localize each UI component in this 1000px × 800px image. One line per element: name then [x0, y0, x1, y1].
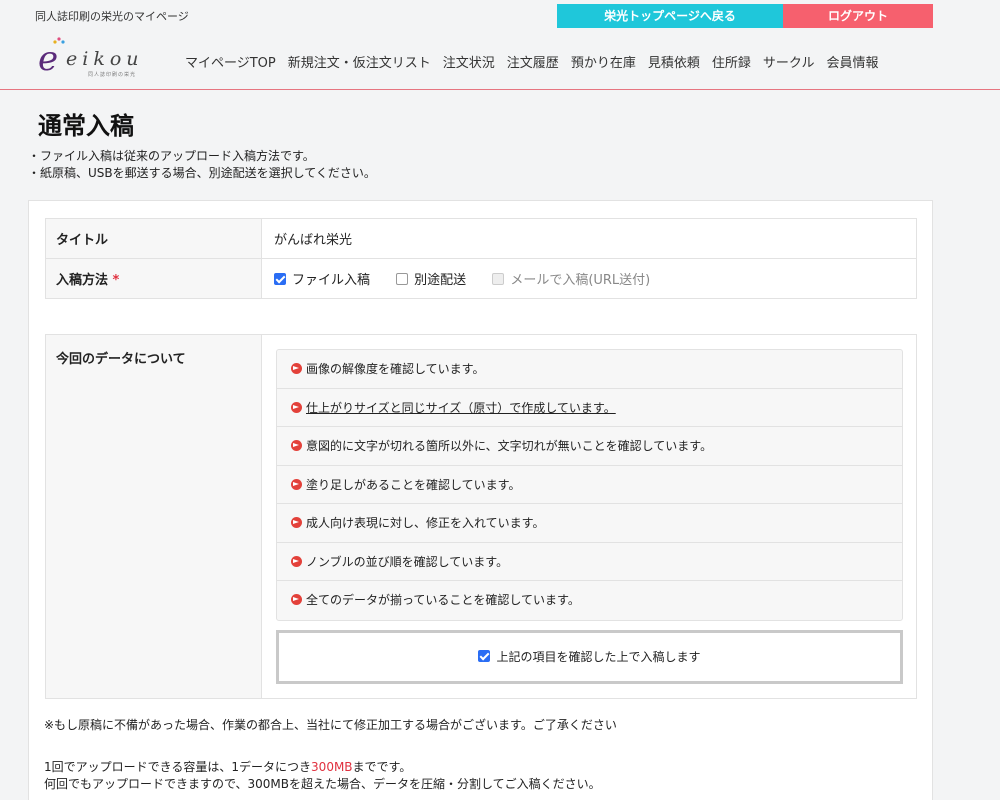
method-email-upload: メールで入稿(URL送付) — [492, 273, 650, 288]
method-options: ファイル入稿 別途配送 メールで入稿(URL送付) — [261, 258, 917, 299]
confirm-checkbox[interactable]: 上記の項目を確認した上で入稿します — [276, 630, 903, 684]
nav-new-order[interactable]: 新規注文・仮注文リスト — [288, 52, 431, 71]
upload-limit-info: 1回でアップロードできる容量は、1データにつき300MBまでです。 何回でもアッ… — [44, 759, 601, 793]
list-item: ノンブルの並び順を確認しています。 — [277, 543, 902, 581]
upload-form-panel: タイトル がんばれ栄光 入稿方法 * ファイル入稿 別途配送 メールで入稿(UR… — [28, 200, 933, 800]
list-item: 意図的に文字が切れる箇所以外に、文字切れが無いことを確認しています。 — [277, 427, 902, 466]
top-page-button[interactable]: 栄光トップページへ戻る — [557, 4, 783, 28]
main-nav: マイページTOP 新規注文・仮注文リスト 注文状況 注文履歴 預かり在庫 見積依… — [185, 52, 891, 71]
required-mark: * — [112, 273, 120, 288]
arrow-circle-icon — [291, 555, 302, 567]
title-row: タイトル がんばれ栄光 — [45, 218, 917, 259]
upload-limit-line: 1回でアップロードできる容量は、1データにつき300MBまでです。 — [44, 760, 412, 774]
logo-tagline: 同人誌印刷の栄光 — [88, 72, 137, 78]
list-item: 塗り足しがあることを確認しています。 — [277, 466, 902, 504]
arrow-circle-icon — [291, 401, 302, 413]
method-label: 入稿方法 * — [45, 258, 262, 299]
method-row: 入稿方法 * ファイル入稿 別途配送 メールで入稿(URL送付) — [45, 258, 917, 299]
checkbox-checked-icon[interactable] — [274, 273, 286, 285]
nav-stock[interactable]: 預かり在庫 — [571, 52, 636, 71]
list-item[interactable]: 仕上がりサイズと同じサイズ（原寸）で作成しています。 — [277, 389, 902, 427]
logout-button[interactable]: ログアウト — [783, 4, 933, 28]
arrow-circle-icon — [291, 478, 302, 490]
data-checklist: 画像の解像度を確認しています。 仕上がりサイズと同じサイズ（原寸）で作成していま… — [276, 349, 903, 621]
nav-order-status[interactable]: 注文状況 — [443, 52, 495, 71]
arrow-circle-icon — [291, 363, 302, 374]
arrow-circle-icon — [291, 440, 302, 451]
logo-word: eikou — [66, 48, 144, 70]
intro-line: ・紙原稿、USBを郵送する場合、別途配送を選択してください。 — [28, 166, 376, 180]
site-name: 同人誌印刷の栄光のマイページ — [35, 10, 189, 23]
checkbox-disabled-icon — [492, 273, 505, 285]
page-title: 通常入稿 — [38, 112, 134, 140]
list-item: 全てのデータが揃っていることを確認しています。 — [277, 581, 902, 620]
form-table: タイトル がんばれ栄光 入稿方法 * ファイル入稿 別途配送 メールで入稿(UR… — [45, 218, 917, 299]
nav-address-book[interactable]: 住所録 — [712, 52, 751, 71]
topbar: 同人誌印刷の栄光のマイページ 栄光トップページへ戻る ログアウト — [0, 0, 1000, 28]
title-label: タイトル — [45, 218, 262, 259]
arrow-circle-icon — [291, 594, 302, 605]
data-check-block: 今回のデータについて 画像の解像度を確認しています。 仕上がりサイズと同じサイズ… — [45, 334, 917, 699]
intro-line: ・ファイル入稿は従来のアップロード入稿方法です。 — [28, 149, 315, 163]
intro-text: ・ファイル入稿は従来のアップロード入稿方法です。 ・紙原稿、USBを郵送する場合… — [28, 148, 376, 182]
arrow-circle-icon — [291, 517, 302, 528]
checkbox-checked-icon[interactable] — [478, 650, 491, 662]
logo-mark-icon: e — [38, 39, 59, 79]
upload-split-line: 何回でもアップロードできますので、300MBを超えた場合、データを圧縮・分割して… — [44, 777, 601, 791]
method-file-upload[interactable]: ファイル入稿 — [274, 273, 370, 288]
nav-mypage-top[interactable]: マイページTOP — [185, 52, 276, 71]
header: e eikou 同人誌印刷の栄光 マイページTOP 新規注文・仮注文リスト 注文… — [0, 28, 1000, 90]
nav-quote[interactable]: 見積依頼 — [648, 52, 700, 71]
checkbox-unchecked-icon[interactable] — [396, 273, 409, 285]
nav-circle[interactable]: サークル — [763, 52, 815, 71]
correction-note: ※もし原稿に不備があった場合、作業の都合上、当社にて修正加工する場合がございます… — [44, 718, 617, 732]
nav-member-info[interactable]: 会員情報 — [826, 52, 878, 71]
eikou-logo[interactable]: e eikou 同人誌印刷の栄光 — [38, 37, 168, 80]
method-separate-shipping[interactable]: 別途配送 — [396, 273, 466, 288]
list-item: 画像の解像度を確認しています。 — [277, 350, 902, 389]
data-check-label: 今回のデータについて — [46, 335, 262, 698]
title-value: がんばれ栄光 — [261, 218, 917, 259]
list-item: 成人向け表現に対し、修正を入れています。 — [277, 504, 902, 543]
nav-order-history[interactable]: 注文履歴 — [507, 52, 559, 71]
upload-limit-value: 300MB — [311, 760, 353, 774]
